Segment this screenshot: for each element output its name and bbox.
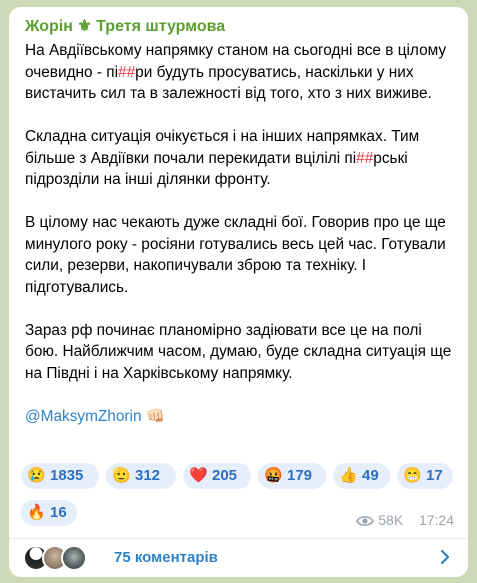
reaction-count: 312 — [135, 467, 161, 484]
paragraph-3: В цілому нас чекають дуже складні бої. Г… — [25, 212, 457, 298]
reaction-count: 49 — [362, 467, 379, 484]
reaction-salute[interactable]: 🫡 312 — [106, 463, 176, 489]
chevron-right-icon[interactable] — [440, 549, 450, 570]
grin-face-icon: 😁 — [403, 467, 422, 484]
eye-icon — [356, 514, 375, 531]
paragraph-2: Складна ситуація очікується і на інших н… — [25, 126, 457, 191]
comments-row[interactable]: 75 коментарів — [9, 539, 468, 577]
message-text: На Авдіївському напрямку станом на сього… — [25, 40, 457, 427]
commenter-avatars — [23, 545, 103, 571]
reaction-count: 1835 — [50, 467, 84, 484]
crying-face-icon: 😢 — [27, 467, 46, 484]
channel-name[interactable]: Жорін ⚜ Третя штурмова — [25, 17, 225, 37]
view-count: 58K — [378, 512, 404, 528]
avatar — [61, 545, 87, 571]
author-link[interactable]: @MaksymZhorin — [25, 408, 142, 425]
heart-icon: ❤️ — [189, 467, 208, 484]
thumbs-up-icon: 👍 — [339, 467, 358, 484]
reaction-fire[interactable]: 🔥 16 — [21, 500, 77, 526]
reaction-count: 179 — [287, 467, 313, 484]
paragraph-4-text: Зараз рф починає планомірно задіювати вс… — [25, 321, 452, 382]
reaction-grin[interactable]: 😁 17 — [397, 463, 453, 489]
redaction-mark: ## — [356, 149, 374, 167]
reaction-angry[interactable]: 🤬 179 — [258, 463, 326, 489]
angry-face-icon: 🤬 — [264, 467, 283, 484]
redaction-mark: ## — [118, 63, 136, 81]
message-bubble: Жорін ⚜ Третя штурмова На Авдіївському н… — [9, 7, 468, 577]
reaction-crying[interactable]: 😢 1835 — [21, 463, 99, 489]
paragraph-1: На Авдіївському напрямку станом на сього… — [25, 40, 457, 105]
comments-label[interactable]: 75 коментарів — [114, 549, 218, 566]
reaction-thumbs-up[interactable]: 👍 49 — [333, 463, 390, 489]
paragraph-4: Зараз рф починає планомірно задіювати вс… — [25, 320, 457, 385]
paragraph-3-text: В цілому нас чекають дуже складні бої. Г… — [25, 214, 446, 296]
message-time: 17:24 — [418, 512, 454, 528]
message-meta: 58K 17:24 — [356, 512, 454, 531]
salute-icon: 🫡 — [112, 467, 131, 484]
reaction-count: 17 — [426, 467, 443, 484]
signature: @MaksymZhorin 👊🏻 — [25, 406, 457, 428]
reaction-count: 205 — [212, 467, 238, 484]
fire-icon: 🔥 — [27, 504, 46, 521]
fist-emoji: 👊🏻 — [145, 407, 165, 425]
reaction-heart[interactable]: ❤️ 205 — [183, 463, 251, 489]
reaction-count: 16 — [50, 504, 67, 521]
